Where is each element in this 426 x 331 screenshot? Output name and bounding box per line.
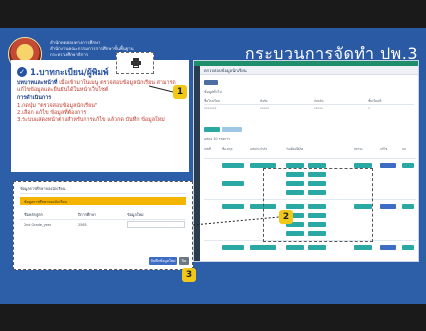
cell-button[interactable] xyxy=(222,204,244,209)
cell-button[interactable] xyxy=(222,245,244,250)
delete-button[interactable] xyxy=(402,163,414,168)
procedure-item: 2.เลือก แก้ไข ข้อมูลที่ต้องการ xyxy=(17,109,87,116)
delete-button[interactable] xyxy=(402,204,414,209)
table-col: สถานะ xyxy=(354,147,363,151)
edit-button[interactable] xyxy=(380,204,396,209)
info-col: ชื่อโรงเรียน xyxy=(204,99,220,103)
new-value-input[interactable] xyxy=(127,221,185,228)
cell-button[interactable] xyxy=(250,245,276,250)
cell-button[interactable] xyxy=(222,181,244,186)
step-heading: ✓ 1.บาทกะเบียน/ผู้พิมพ์ xyxy=(17,65,109,79)
dialog-cell-year: 2565 xyxy=(78,223,87,227)
cell-button[interactable] xyxy=(286,245,304,250)
dialog-col-header: ปีการศึกษา xyxy=(78,212,97,217)
app-page-title: ตรวจสอบข้อมูลนักเรียน xyxy=(204,68,247,73)
letterbox-top xyxy=(0,0,426,28)
role-description: บทบาทและหน้าที่ เมื่อเข้ามาในเมนู ตรวจสอ… xyxy=(17,80,185,94)
dialog-col-header: ชื่อหลักสูตร xyxy=(24,212,43,217)
table-col: วันเดือนปีเกิด xyxy=(286,147,304,151)
table-col: แก้ไข xyxy=(380,147,388,151)
back-button[interactable] xyxy=(204,80,218,85)
page-size-label: แสดง 10 รายการ xyxy=(204,137,231,141)
info-col: จังหวัด xyxy=(314,99,324,103)
info-val: x xyxy=(368,106,370,110)
delete-button[interactable] xyxy=(402,245,414,250)
close-button[interactable]: ปิด xyxy=(179,257,189,265)
app-sidebar xyxy=(194,66,200,261)
procedure-item: 3.ระบบแสดงหน้าต่างสำหรับการแก้ไข แล้วกด … xyxy=(17,117,165,124)
info-col: สังกัด xyxy=(260,99,268,103)
dialog-cell-course: 2nd Grade_year xyxy=(24,223,52,227)
info-val: xxxxx xyxy=(314,106,323,110)
info-col: ชั้นเรียนที่ xyxy=(368,99,382,103)
letterbox-bottom xyxy=(0,304,426,331)
callout-badge-1: 1 xyxy=(173,85,187,99)
app-titlebar: ตรวจสอบข้อมูลนักเรียน xyxy=(200,66,418,75)
dialog-divider xyxy=(20,193,186,194)
explanation-panel: ✓ 1.บาทกะเบียน/ผู้พิมพ์ บทบาทและหน้าที่ เ… xyxy=(11,60,189,172)
print-button-highlight[interactable] xyxy=(116,52,154,74)
cell-button[interactable] xyxy=(308,245,326,250)
edit-button[interactable] xyxy=(380,245,396,250)
tab-inactive[interactable] xyxy=(222,127,242,132)
role-label: บทบาทและหน้าที่ xyxy=(17,80,58,86)
table-col: เลขประจำตัว xyxy=(250,147,268,151)
check-circle-icon: ✓ xyxy=(17,67,27,77)
info-val: xxxxx xyxy=(260,106,269,110)
save-new-data-button[interactable]: บันทึกข้อมูลใหม่ xyxy=(149,257,177,265)
info-header: ชื่อโรงเรียน สังกัด จังหวัด ชั้นเรียนที่ xyxy=(204,99,414,105)
table-col: ชื่อ-สกุล xyxy=(222,147,233,151)
tab-active[interactable] xyxy=(204,127,220,132)
procedure-label: การดำเนินการ xyxy=(17,95,52,102)
callout-badge-3: 3 xyxy=(182,268,196,282)
table-header: เลขที่ ชื่อ-สกุล เลขประจำตัว วันเดือนปีเ… xyxy=(204,147,416,159)
edit-button[interactable] xyxy=(380,163,396,168)
dialog-row-divider xyxy=(20,219,186,220)
callout-badge-2: 2 xyxy=(279,210,293,224)
procedure-item: 1.กดปุ่ม "ตรวจสอบข้อมูลนักเรียน" xyxy=(17,102,98,109)
dialog-band: ข้อมูลการศึกษาของนักเรียน xyxy=(20,197,186,205)
printer-icon xyxy=(131,58,141,68)
dialog-col-header: ข้อมูลใหม่ xyxy=(127,212,144,217)
step-title: 1.บาทกะเบียน/ผู้พิมพ์ xyxy=(30,68,109,78)
table-col: เลขที่ xyxy=(204,147,211,151)
cell-button[interactable] xyxy=(354,245,372,250)
dialog-title: ข้อมูลการศึกษาของนักเรียน xyxy=(20,186,66,191)
table-col: ลบ xyxy=(402,147,406,151)
info-row: xxxxxxx xxxxx xxxxx x xyxy=(204,106,414,112)
dialog-band-label: ข้อมูลการศึกษาของนักเรียน xyxy=(24,200,67,204)
edit-area-highlight xyxy=(263,168,373,242)
info-val: xxxxxxx xyxy=(204,106,217,110)
edit-dialog: ข้อมูลการศึกษาของนักเรียน ข้อมูลการศึกษา… xyxy=(13,181,193,270)
section-subtitle: ข้อมูลทั่วไป xyxy=(204,90,222,94)
cell-button[interactable] xyxy=(222,163,244,168)
panel-body: บทบาทและหน้าที่ เมื่อเข้ามาในเมนู ตรวจสอ… xyxy=(17,80,185,124)
